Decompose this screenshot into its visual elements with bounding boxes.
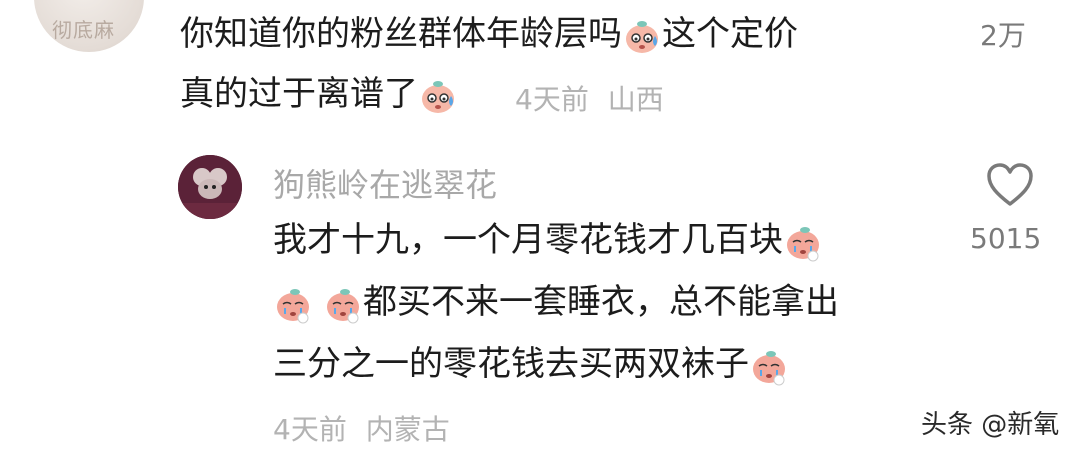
reply-text-part: 我才十九，一个月零花钱才几百块 [273, 220, 783, 260]
crying-face-icon [323, 284, 363, 324]
like-count: 5015 [970, 222, 1042, 255]
reply-text-part: 三分之一的零花钱去买两双袜子 [273, 344, 749, 384]
crying-face-icon [783, 222, 823, 262]
crying-face-icon [273, 284, 313, 324]
comment-meta: 4天前 山西 [515, 78, 664, 118]
comment-text-part: 这个定价 [662, 14, 798, 54]
reply-meta: 4天前 内蒙古 [273, 408, 450, 448]
reply-location: 内蒙古 [365, 413, 450, 446]
reply-line-1: 我才十九，一个月零花钱才几百块 [273, 220, 823, 262]
avatar[interactable] [178, 155, 242, 219]
avatar-image [178, 155, 242, 219]
sweat-face-icon [622, 16, 662, 56]
avatar[interactable]: 彻底麻 [34, 0, 144, 52]
watermark: 头条 @新氧 [921, 410, 1060, 440]
reply-line-2: 都买不来一套睡衣，总不能拿出 [273, 282, 839, 324]
heart-icon[interactable] [985, 162, 1035, 208]
username[interactable]: 狗熊岭在逃翠花 [273, 160, 497, 206]
reply-text-part: 都买不来一套睡衣，总不能拿出 [363, 282, 839, 322]
reply-line-3: 三分之一的零花钱去买两双袜子 [273, 344, 789, 386]
comment-text-part: 真的过于离谱了 [180, 74, 418, 114]
crying-face-icon [749, 346, 789, 386]
sweat-face-icon [418, 76, 458, 116]
comment-time: 4天前 [515, 83, 589, 116]
comment-line-2: 真的过于离谱了 [180, 74, 458, 116]
comment-line-1: 你知道你的粉丝群体年龄层吗 这个定价 [180, 14, 798, 56]
comment-text-part: 你知道你的粉丝群体年龄层吗 [180, 14, 622, 54]
avatar-caption: 彻底麻 [52, 18, 115, 42]
comment-location: 山西 [607, 83, 664, 116]
reply-time: 4天前 [273, 413, 347, 446]
like-count[interactable]: 2万 [980, 14, 1026, 54]
